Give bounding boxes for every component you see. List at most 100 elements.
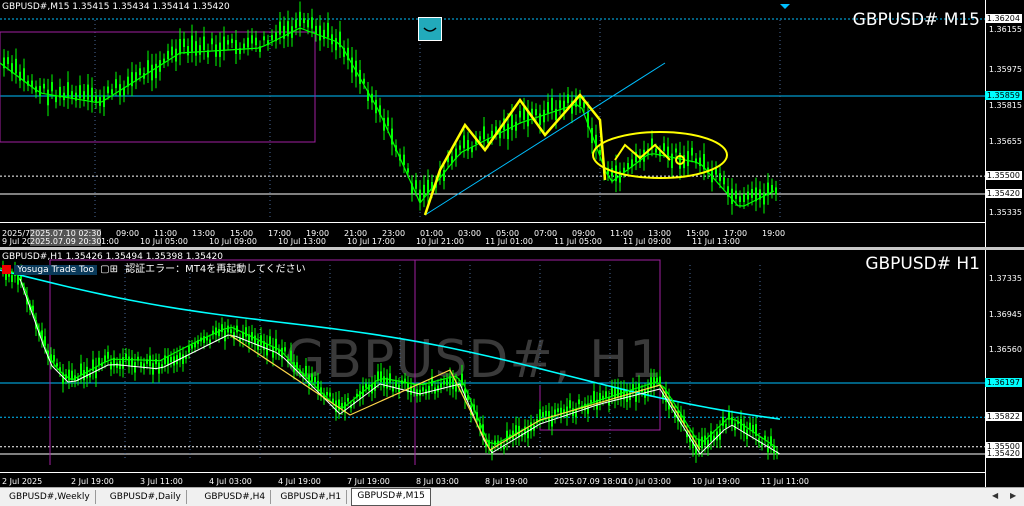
candle-body: [422, 387, 424, 392]
candle-body: [319, 25, 321, 41]
candle-body: [710, 431, 712, 442]
candle-body: [563, 100, 565, 112]
candle-body: [437, 385, 439, 392]
candle-body: [775, 187, 777, 195]
candle-body: [251, 35, 253, 44]
h1-chart-pane[interactable]: GBPUSD#, H1 GBPUSD#,H1 1.35426 1.35494 1…: [0, 250, 1024, 487]
ma-line: [0, 27, 775, 207]
candle-body: [235, 40, 237, 55]
candle-body: [134, 362, 136, 373]
candle-body: [413, 388, 415, 392]
candle-body: [111, 89, 113, 95]
price-label: 1.35815: [988, 100, 1022, 110]
candle-body: [110, 361, 112, 370]
candle-body: [327, 22, 329, 38]
tab-gbpusd-h1[interactable]: GBPUSD#,H1: [275, 490, 348, 504]
h1-chart-canvas: [0, 259, 986, 465]
minimize-icon[interactable]: ▢: [100, 264, 109, 275]
time-label: 4 Jul 19:00: [278, 477, 321, 486]
tab-right-arrow-icon[interactable]: ▶: [1010, 491, 1016, 500]
candle-body: [98, 357, 100, 366]
candle-body: [527, 427, 529, 439]
candle-body: [95, 95, 97, 103]
candle-body: [56, 363, 58, 367]
plus-icon[interactable]: ⊞: [110, 264, 118, 275]
time-label: 11 Jul 13:00: [692, 237, 740, 246]
candle-body: [83, 91, 85, 100]
candle-body: [215, 327, 217, 336]
tab-gbpusd-daily[interactable]: GBPUSD#,Daily: [105, 490, 187, 504]
candle-body: [650, 377, 652, 389]
candle-body: [515, 121, 517, 131]
shift-marker-icon: [780, 4, 790, 9]
price-label: 1.37335: [988, 274, 1022, 283]
candle-body: [675, 148, 677, 153]
m15-ohlc-info: GBPUSD#,M15 1.35415 1.35434 1.35414 1.35…: [2, 2, 230, 12]
m15-time-axis[interactable]: 2025/7/05:0007:0009:0011:0013:0015:0017:…: [0, 222, 986, 247]
candle-body: [231, 38, 233, 44]
candle-body: [452, 378, 454, 390]
tab-left-arrow-icon[interactable]: ◀: [992, 491, 998, 500]
candle-body: [374, 382, 376, 391]
candle-body: [543, 109, 545, 123]
candle-body: [199, 45, 201, 55]
price-label: 1.36155: [988, 24, 1022, 34]
candle-body: [167, 50, 169, 60]
candle-body: [590, 399, 592, 403]
candle-body: [575, 409, 577, 418]
candle-body: [691, 147, 693, 156]
h1-price-axis[interactable]: 1.37335 1.36945 1.36560 1.36197 1.35822 1.355…: [984, 250, 1024, 487]
candle-body: [739, 196, 741, 203]
candle-body: [731, 417, 733, 425]
tab-gbpusd-h4[interactable]: GBPUSD#,H4: [199, 490, 272, 504]
time-label: 10 Jul 17:00: [347, 237, 395, 246]
candle-body: [67, 82, 69, 98]
candle-body: [627, 163, 629, 169]
candle-body: [377, 371, 379, 381]
candle-body: [107, 351, 109, 359]
candle-body: [767, 443, 769, 453]
price-label: 1.35420: [984, 189, 1022, 199]
candle-body: [523, 107, 525, 120]
candle-body: [443, 380, 445, 385]
candle-body: [483, 126, 485, 140]
m15-price-axis[interactable]: 1.36204 1.36155 1.35975 1.35859 1.35815 1.356…: [984, 0, 1024, 247]
candle-body: [539, 113, 541, 125]
candle-body: [446, 379, 448, 386]
price-label: 1.36945: [988, 309, 1022, 319]
candle-body: [743, 194, 745, 203]
m15-chart-pane[interactable]: GBPUSD#,M15 1.35415 1.35434 1.35414 1.35…: [0, 0, 1024, 247]
candle-body: [51, 82, 53, 92]
time-label: 10 Jul 09:00: [209, 237, 257, 246]
candle-body: [593, 391, 595, 402]
h1-time-axis[interactable]: 2 Jul 2025 2 Jul 19:00 3 Jul 11:00 4 Jul 03…: [0, 472, 986, 487]
time-label: 19:00: [762, 229, 786, 238]
candle-body: [47, 89, 49, 106]
candle-body: [15, 58, 17, 74]
candle-body: [80, 363, 82, 376]
time-label: 11 Jul 01:00: [485, 237, 533, 246]
price-label: 1.35335: [988, 208, 1022, 217]
price-label: 1.35822: [984, 412, 1022, 422]
candle-body: [179, 38, 181, 55]
candle-body: [191, 35, 193, 52]
candle-body: [551, 97, 553, 111]
candle-body: [272, 346, 274, 358]
red-square-icon[interactable]: [2, 264, 11, 274]
tab-gbpusd-weekly[interactable]: GBPUSD#,Weekly: [4, 490, 96, 504]
time-label: 9 Jul 20: [2, 237, 33, 246]
price-label: 1.35420: [984, 449, 1022, 458]
candle-body: [104, 355, 106, 363]
candle-body: [605, 391, 607, 398]
candle-body: [19, 71, 21, 81]
candle-body: [647, 386, 649, 395]
candle-body: [671, 153, 673, 169]
time-label: 11 Jul 05:00: [554, 237, 602, 246]
trade-tool-icon[interactable]: [418, 17, 442, 41]
tab-gbpusd-m15[interactable]: GBPUSD#,M15: [351, 488, 431, 506]
candle-body: [311, 373, 313, 382]
candle-body: [219, 42, 221, 57]
candle-body: [419, 389, 421, 396]
yosuga-tool-label[interactable]: Yosuga Trade Too: [14, 265, 97, 275]
candle-body: [425, 389, 427, 395]
